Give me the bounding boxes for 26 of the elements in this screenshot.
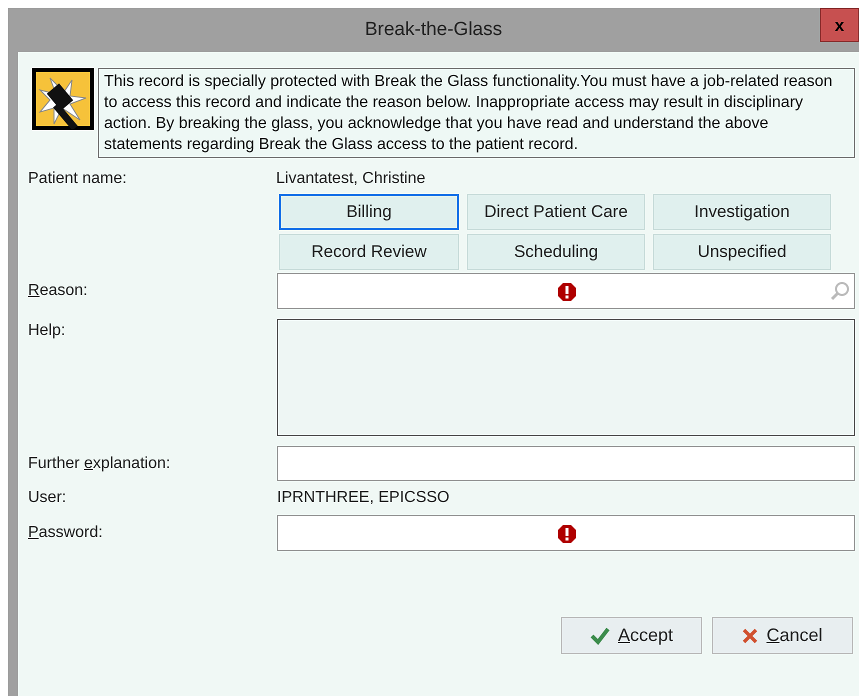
close-button[interactable]: x xyxy=(820,8,859,42)
window-title: Break-the-Glass xyxy=(364,18,502,42)
patient-name: Livantatest, Christine xyxy=(276,169,426,189)
reason-button[interactable]: Record Review xyxy=(279,234,459,270)
reason-button[interactable]: Unspecified xyxy=(653,234,831,270)
notice-text: This record is specially protected with Break the Glass functionality.You must have a job-related reason to access this record and indicate the reason below. Inappropriate access may result in disciplinary action. By breaking the glass, you acknowledge that you have read and understand the above statements regarding Break the Glass access to the patient record. xyxy=(98,68,855,158)
reason-button[interactable]: Scheduling xyxy=(467,234,645,270)
reason-button[interactable]: Investigation xyxy=(653,194,831,230)
search-icon xyxy=(830,281,850,301)
close-icon xyxy=(742,628,758,644)
accept-button[interactable]: Accept xyxy=(561,617,702,654)
user-name: IPRNTHREE, EPICSSO xyxy=(277,488,450,508)
password-field[interactable] xyxy=(277,515,855,551)
explanation-field[interactable] xyxy=(277,446,855,481)
field-label: User: xyxy=(27,488,68,508)
broken-glass-hammer-icon xyxy=(32,68,94,130)
reason-field[interactable] xyxy=(277,273,855,309)
field-label: Reason: xyxy=(27,281,89,301)
reason-button[interactable]: Billing xyxy=(279,194,459,230)
field-label: Help: xyxy=(27,321,66,341)
reason-button[interactable]: Direct Patient Care xyxy=(467,194,645,230)
cancel-button[interactable]: Cancel xyxy=(712,617,853,654)
checkmark-icon xyxy=(590,626,610,644)
field-label: Password: xyxy=(27,523,104,543)
field-label: Patient name: xyxy=(27,169,128,189)
field-label: Further explanation: xyxy=(27,454,172,474)
